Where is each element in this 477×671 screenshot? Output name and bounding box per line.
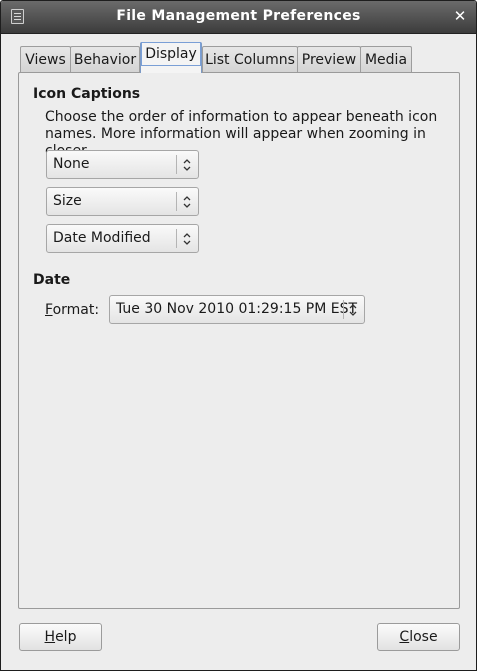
up-down-arrows-icon [183, 159, 191, 171]
window-menu-icon[interactable] [11, 9, 24, 24]
format-label: Format: [45, 302, 99, 318]
tab-display[interactable]: Display [140, 42, 202, 73]
up-down-arrows-icon [183, 196, 191, 208]
icon-captions-description-line1: Choose the order of information to appea… [45, 109, 438, 125]
tab-list-columns[interactable]: List Columns [202, 46, 298, 72]
caption-select-3[interactable]: Date Modified [46, 224, 199, 253]
tab-media[interactable]: Media [360, 46, 412, 72]
format-label-text: ormat: [52, 302, 100, 318]
close-button-label: lose [409, 629, 438, 645]
caption-select-2-value: Size [53, 193, 82, 209]
caption-select-2[interactable]: Size [46, 187, 199, 216]
tab-preview[interactable]: Preview [297, 46, 361, 72]
date-heading: Date [33, 272, 71, 288]
help-button-mnemonic: H [44, 629, 56, 645]
caption-select-3-value: Date Modified [53, 230, 151, 246]
tab-preview-label: Preview [301, 52, 357, 68]
date-format-value: Tue 30 Nov 2010 01:29:15 PM EST [116, 301, 358, 317]
tab-media-label: Media [364, 52, 408, 68]
up-down-arrows-icon [183, 233, 191, 245]
help-button-label: elp [55, 629, 77, 645]
up-down-arrows-icon [349, 304, 357, 316]
window-title: File Management Preferences [116, 8, 361, 24]
help-button[interactable]: Help [19, 623, 102, 651]
title-bar[interactable]: File Management Preferences ✕ [1, 1, 476, 34]
caption-select-1-value: None [53, 156, 90, 172]
tab-views[interactable]: Views [20, 46, 71, 72]
caption-select-1[interactable]: None [46, 150, 199, 179]
close-button[interactable]: Close [377, 623, 460, 651]
tab-behavior[interactable]: Behavior [70, 46, 140, 72]
preferences-window: File Management Preferences ✕ Views Beha… [0, 0, 477, 671]
tab-views-label: Views [25, 52, 66, 68]
display-tab-panel: Icon Captions Choose the order of inform… [18, 72, 460, 609]
close-button-mnemonic: C [399, 629, 410, 645]
close-icon[interactable]: ✕ [452, 8, 468, 24]
date-format-select[interactable]: Tue 30 Nov 2010 01:29:15 PM EST [109, 295, 365, 324]
format-label-mnemonic: F [45, 302, 53, 318]
tab-behavior-label: Behavior [73, 52, 137, 68]
tab-display-label: Display [141, 42, 201, 66]
icon-captions-heading: Icon Captions [33, 86, 141, 102]
tab-list-columns-label: List Columns [205, 52, 295, 68]
